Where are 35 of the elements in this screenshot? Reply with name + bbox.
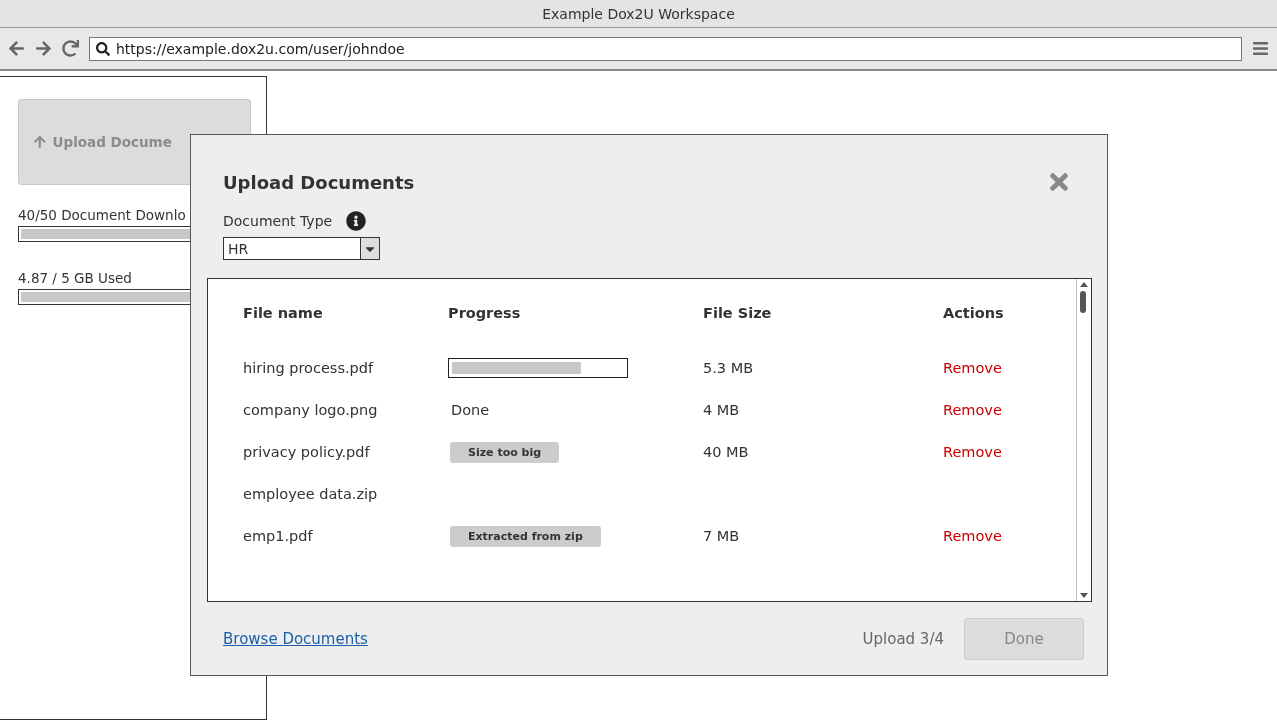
upload-arrow-icon <box>33 135 47 149</box>
remove-link[interactable]: Remove <box>943 360 1002 376</box>
file-size: 5.3 MB <box>703 360 754 376</box>
address-bar[interactable]: https://example.dox2u.com/user/johndoe <box>89 36 1242 61</box>
file-name: employee data.zip <box>243 486 378 502</box>
menu-icon[interactable] <box>1252 40 1269 57</box>
file-name: emp1.pdf <box>243 528 313 544</box>
column-header: File name <box>243 305 324 323</box>
file-size: 7 MB <box>703 528 740 544</box>
remove-link[interactable]: Remove <box>943 528 1002 544</box>
file-name: privacy policy.pdf <box>243 444 370 460</box>
status-tag: Size too big <box>450 442 560 463</box>
remove-link[interactable]: Remove <box>943 402 1002 418</box>
file-name: company logo.png <box>243 402 378 418</box>
column-header: Progress <box>448 305 522 323</box>
progress-status: Done <box>451 402 490 418</box>
browse-documents-link[interactable]: Browse Documents <box>223 629 368 648</box>
document-type-dropdown[interactable]: HR <box>223 237 380 260</box>
column-header: Actions <box>943 305 1005 323</box>
search-icon <box>96 41 110 56</box>
meter-label: 4.87 / 5 GB Used <box>18 270 133 286</box>
upload-count: Upload 3/4 <box>862 629 944 648</box>
status-tag: Extracted from zip <box>450 526 601 547</box>
info-icon[interactable] <box>346 211 367 231</box>
back-icon[interactable] <box>8 40 25 57</box>
column-header: File Size <box>703 305 773 323</box>
remove-link[interactable]: Remove <box>943 444 1002 460</box>
file-name: hiring process.pdf <box>243 360 374 376</box>
url-text: https://example.dox2u.com/user/johndoe <box>116 40 405 57</box>
forward-icon[interactable] <box>35 40 52 57</box>
file-size: 40 MB <box>703 444 749 460</box>
reload-icon[interactable] <box>62 40 79 57</box>
file-size: 4 MB <box>703 402 740 418</box>
window-title: Example Dox2U Workspace <box>0 0 1277 28</box>
document-type-label: Document Type <box>223 213 333 229</box>
